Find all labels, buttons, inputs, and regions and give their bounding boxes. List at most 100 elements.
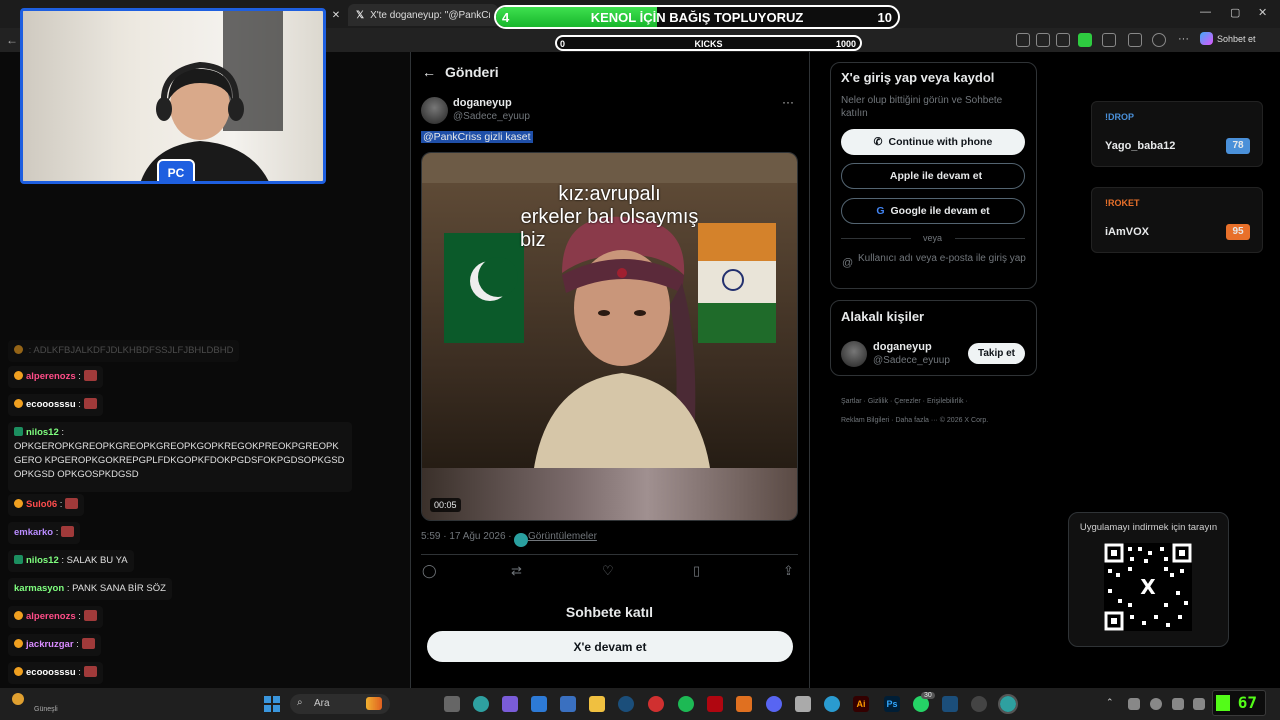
close-window-icon[interactable]: ✕ — [1258, 6, 1267, 19]
footer-links-1[interactable]: Şartlar · Gizlilik · Çerezler · Erişileb… — [841, 398, 968, 405]
extensions-puzzle-icon[interactable] — [1102, 33, 1116, 47]
reply-icon[interactable]: ◯ — [422, 563, 437, 579]
username-login-link[interactable]: Kullanıcı adı veya e-posta ile giriş yap — [858, 252, 1028, 265]
chat-username[interactable]: nilos12 — [26, 555, 59, 566]
vscode-icon[interactable] — [531, 696, 547, 712]
donation-title: KENOL İÇİN BAĞIŞ TOPLUYORUZ — [590, 10, 804, 25]
chat-message: ecooosssu : — [8, 662, 103, 684]
google-signin-button[interactable]: G Google ile devam et — [841, 198, 1025, 224]
qr-code[interactable]: X — [1104, 543, 1192, 631]
roket-value: 95 — [1226, 224, 1250, 240]
steam-icon[interactable] — [942, 696, 958, 712]
illustrator-icon[interactable]: Ai — [853, 696, 869, 712]
views-emote-icon — [514, 533, 528, 547]
chat-username[interactable]: ecooosssu — [26, 667, 76, 678]
weather-icon[interactable] — [12, 693, 24, 705]
star-badge-icon — [14, 611, 23, 620]
maximize-icon[interactable]: ▢ — [1230, 6, 1240, 19]
edge-active-icon[interactable] — [998, 694, 1018, 714]
chat-long-text: OPKGEROPKGREOPKGREOPKGREOPKGOPKREGOKPREO… — [14, 441, 345, 480]
split-screen-icon[interactable] — [1016, 33, 1030, 47]
footer-links-2[interactable]: Reklam Bilgileri · Daha fazla ··· © 2026… — [841, 417, 988, 424]
app-x-icon[interactable] — [736, 696, 752, 712]
star-badge-icon — [14, 371, 23, 380]
chat-username[interactable]: karmasyon — [14, 583, 64, 594]
related-handle[interactable]: @Sadece_eyuup — [873, 355, 950, 366]
roket-widget: !ROKET iAmVOX 95 — [1091, 187, 1263, 253]
video-caption-line2: erkeler bal olsaymış — [520, 206, 699, 228]
chat-text: : ADLKFBJALKDFJDLKHBDFSSJLFJBHLDBHD — [28, 345, 234, 356]
opera-icon[interactable] — [648, 696, 664, 712]
related-avatar[interactable] — [841, 341, 867, 367]
windows-start-icon[interactable] — [264, 696, 280, 712]
minimize-icon[interactable]: — — [1200, 6, 1211, 18]
favorites-icon[interactable] — [1128, 33, 1142, 47]
photoshop-icon[interactable]: Ps — [884, 696, 900, 712]
chat-username[interactable]: jackruzgar — [26, 639, 74, 650]
retweet-icon[interactable]: ⇄ — [511, 563, 522, 579]
profile-icon[interactable] — [1152, 33, 1166, 47]
photos-icon[interactable] — [795, 696, 811, 712]
google-icon: G — [876, 205, 885, 217]
file-explorer-icon[interactable] — [589, 696, 605, 712]
task-view-icon[interactable] — [444, 696, 460, 712]
at-icon: @ — [842, 257, 854, 269]
display-icon[interactable] — [1193, 698, 1205, 710]
edge-icon[interactable] — [473, 696, 489, 712]
star-badge-icon — [14, 399, 23, 408]
kicks-max: 1000 — [835, 39, 856, 49]
chat-username[interactable]: emkarko — [14, 527, 53, 538]
continue-with-phone-button[interactable]: ✆ Continue with phone — [841, 129, 1025, 155]
spotify-icon[interactable] — [678, 696, 694, 712]
taskbar-search[interactable]: ⌕ Ara — [290, 694, 390, 714]
related-name[interactable]: doganeyup — [873, 341, 932, 353]
browser-tab-active[interactable]: 𝕏 X'te doganeyup: "@PankCriss gizli — [348, 4, 498, 26]
x-logo-icon: 𝕏 — [356, 9, 365, 21]
teams-icon[interactable] — [502, 696, 518, 712]
chat-message: emkarko : — [8, 522, 81, 544]
drop-widget: !DROP Yago_baba12 78 — [1091, 101, 1263, 167]
app-icon[interactable] — [824, 696, 840, 712]
video-player[interactable]: kız:avrupalı erkeler bal olsaymış biz 00… — [421, 152, 798, 521]
chat-username[interactable]: nilos12 — [26, 427, 59, 438]
like-icon[interactable]: ♡ — [602, 563, 614, 579]
back-arrow-icon[interactable]: ← — [6, 33, 18, 47]
chat-username[interactable]: Sulo06 — [26, 499, 57, 510]
continue-on-x-button[interactable]: X'e devam et — [427, 631, 793, 662]
kick-logo-icon — [1216, 695, 1230, 711]
discord-icon[interactable] — [766, 696, 782, 712]
copilot-icon — [1200, 32, 1213, 45]
chat-message: : ADLKFBJALKDFJDLKHBDFSSJLFJBHLDBHD — [8, 340, 240, 362]
reader-icon[interactable] — [1036, 33, 1050, 47]
tab-close-icon[interactable]: ✕ — [326, 4, 346, 26]
favorite-icon[interactable] — [1056, 33, 1070, 47]
share-icon[interactable]: ⇪ — [783, 563, 794, 579]
more-options-icon[interactable]: ··· — [782, 95, 794, 109]
apple-signin-button[interactable]: Apple ile devam et — [841, 163, 1025, 189]
chat-username[interactable]: ecooosssu — [26, 399, 76, 410]
extension-icon[interactable] — [1078, 33, 1092, 47]
star-badge-icon — [14, 639, 23, 648]
webcam-feed: PC — [20, 8, 326, 184]
chat-username[interactable]: alperenozs — [26, 611, 76, 622]
back-arrow-icon[interactable]: ← — [422, 64, 436, 80]
copilot-button[interactable]: Sohbet et — [1200, 32, 1256, 45]
app-icon[interactable] — [560, 696, 576, 712]
tweet-text: @PankCriss gizli kaset — [421, 131, 533, 143]
author-name[interactable]: doganeyup — [453, 97, 512, 109]
netflix-icon[interactable] — [707, 696, 723, 712]
obs-icon[interactable] — [971, 696, 987, 712]
mic-icon[interactable] — [1172, 698, 1184, 710]
author-handle[interactable]: @Sadece_eyuup — [453, 111, 530, 122]
follow-button[interactable]: Takip et — [968, 343, 1025, 364]
more-icon[interactable]: ··· — [1178, 33, 1189, 45]
steam-icon[interactable] — [618, 696, 634, 712]
tray-chevron-icon[interactable]: ⌃ — [1106, 697, 1114, 708]
views-link[interactable]: Görüntülemeler — [528, 531, 597, 542]
tray-icon[interactable] — [1150, 698, 1162, 710]
bookmark-icon[interactable]: ▯ — [693, 563, 700, 579]
tray-icon[interactable] — [1128, 698, 1140, 710]
chat-username[interactable]: alperenozs — [26, 371, 76, 382]
author-avatar[interactable] — [421, 97, 448, 124]
chat-emote-icon — [61, 526, 75, 537]
